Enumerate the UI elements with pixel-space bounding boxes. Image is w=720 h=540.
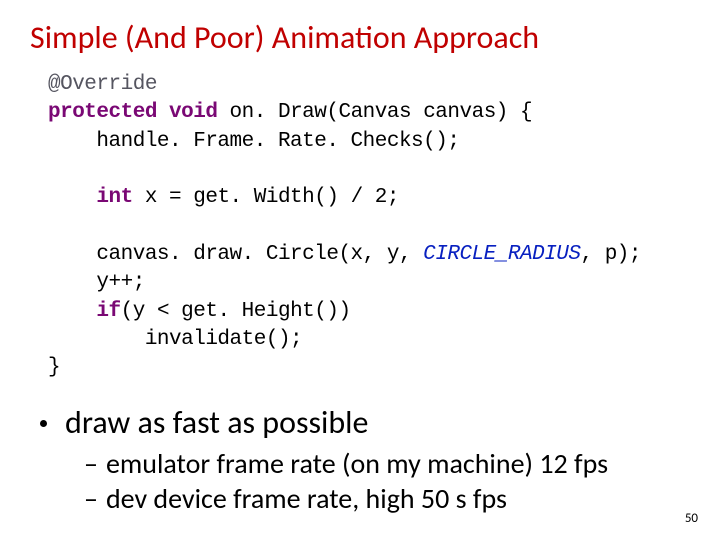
code-keyword-if: if — [96, 300, 120, 323]
code-line-5b: , p); — [581, 243, 642, 266]
page-number: 50 — [685, 511, 698, 526]
sub-bullet-1-text: emulator frame rate (on my machine) 12 f… — [106, 446, 608, 481]
code-keyword-int: int — [96, 186, 132, 209]
code-line-6: y++; — [48, 271, 145, 294]
code-line-3: x = get. Width() / 2; — [133, 186, 399, 209]
code-keyword-void: void — [169, 101, 217, 124]
code-line-9: } — [48, 356, 60, 379]
bullet-dot-icon — [40, 420, 47, 427]
sub-bullet-1: – emulator frame rate (on my machine) 12… — [84, 446, 690, 481]
bullet-item: draw as fast as possible — [40, 403, 690, 442]
bullet-text: draw as fast as possible — [65, 403, 368, 442]
code-sig: on. Draw(Canvas canvas) { — [217, 101, 532, 124]
code-line-5a: canvas. draw. Circle(x, y, — [48, 243, 423, 266]
code-line-8: invalidate(); — [48, 328, 302, 351]
sub-bullet-2-text: dev device frame rate, high 50 s fps — [106, 481, 507, 516]
code-block: @Override protected void on. Draw(Canvas… — [48, 71, 690, 383]
sub-bullet-2: – dev device frame rate, high 50 s fps — [84, 481, 690, 516]
dash-icon: – — [84, 481, 98, 516]
code-annotation: @Override — [48, 73, 157, 96]
dash-icon: – — [84, 446, 98, 481]
slide-title: Simple (And Poor) Animation Approach — [30, 18, 690, 57]
code-line-2: handle. Frame. Rate. Checks(); — [48, 130, 459, 153]
code-keyword-protected: protected — [48, 101, 157, 124]
code-line-7: (y < get. Height()) — [121, 300, 351, 323]
code-constant: CIRCLE_RADIUS — [423, 243, 580, 266]
